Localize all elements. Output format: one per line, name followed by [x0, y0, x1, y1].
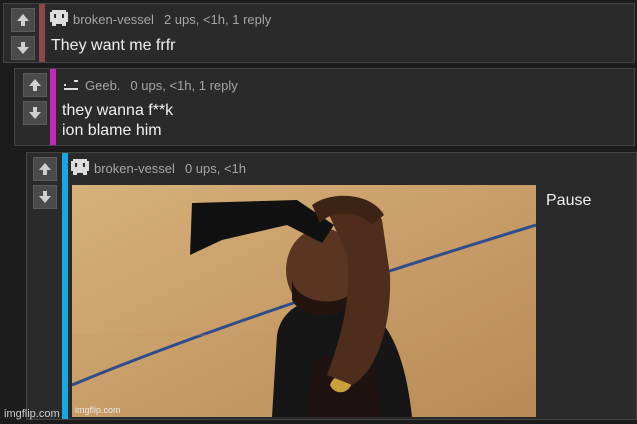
comment-3: broken-vessel 0 ups, <1h imgflip.com Pau… [26, 152, 637, 420]
vote-controls [23, 73, 47, 125]
comment-text: they wanna f**k ion blame him [62, 101, 173, 141]
comment-line: They want me frfr [51, 37, 176, 54]
arrow-down-icon [39, 191, 51, 203]
username-link[interactable]: broken-vessel [94, 161, 175, 176]
comment-meta: Geeb. 0 ups, <1h, 1 reply [62, 76, 238, 94]
comment-line: Pause [546, 192, 592, 209]
comment-text: Pause [546, 191, 591, 211]
username-link[interactable]: Geeb. [85, 78, 120, 93]
arrow-up-icon [29, 79, 41, 91]
downvote-button[interactable] [33, 185, 57, 209]
pixel-avatar-icon [62, 76, 80, 94]
comment-image[interactable]: imgflip.com [72, 185, 536, 417]
arrow-up-icon [17, 14, 29, 26]
username-link[interactable]: broken-vessel [73, 12, 154, 27]
page-watermark: imgflip.com [4, 408, 60, 420]
comment-line: they wanna f**k [62, 102, 174, 119]
upvote-button[interactable] [33, 157, 57, 181]
pixel-avatar-icon [50, 10, 68, 28]
upvote-button[interactable] [23, 73, 47, 97]
comment-meta: broken-vessel 0 ups, <1h [71, 159, 246, 177]
image-watermark: imgflip.com [75, 405, 121, 415]
comment-stats: 0 ups, <1h [184, 160, 247, 176]
thread-bar [39, 4, 45, 62]
pixel-avatar-icon [71, 159, 89, 177]
thread-bar [50, 69, 56, 145]
downvote-button[interactable] [11, 36, 35, 60]
arrow-up-icon [39, 163, 51, 175]
comment-text: They want me frfr [51, 36, 175, 56]
downvote-button[interactable] [23, 101, 47, 125]
comment-stats: 2 ups, <1h, 1 reply [163, 11, 272, 27]
basketball-court-photo [72, 185, 536, 417]
comment-2: Geeb. 0 ups, <1h, 1 reply they wanna f**… [14, 68, 635, 146]
comment-line: ion blame him [62, 122, 162, 139]
comment-1: broken-vessel 2 ups, <1h, 1 reply They w… [3, 3, 635, 63]
arrow-down-icon [17, 42, 29, 54]
comment-meta: broken-vessel 2 ups, <1h, 1 reply [50, 10, 271, 28]
thread-bar [62, 153, 68, 419]
comment-stats: 0 ups, <1h, 1 reply [130, 77, 238, 93]
vote-controls [11, 8, 35, 60]
arrow-down-icon [29, 107, 41, 119]
vote-controls [33, 157, 57, 209]
upvote-button[interactable] [11, 8, 35, 32]
